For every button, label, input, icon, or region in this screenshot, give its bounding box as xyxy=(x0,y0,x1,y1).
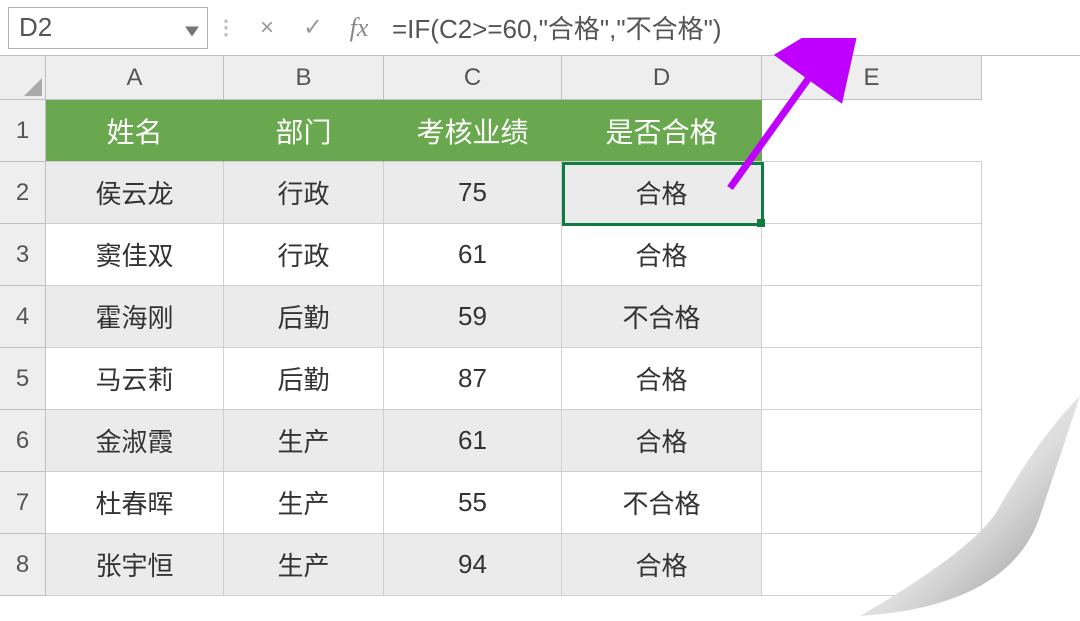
name-box-value: D2 xyxy=(19,12,52,43)
insert-function-button[interactable]: fx xyxy=(336,7,382,49)
fx-icon: fx xyxy=(350,13,369,43)
table-row: 窦佳双 行政 61 合格 xyxy=(46,224,982,286)
select-all-corner[interactable] xyxy=(0,56,46,100)
table-row: 张宇恒 生产 94 合格 xyxy=(46,534,982,596)
table-row: 侯云龙 行政 75 合格 xyxy=(46,162,982,224)
row-header-4[interactable]: 4 xyxy=(0,286,46,348)
cell-dept[interactable]: 生产 xyxy=(224,534,384,596)
cell-result[interactable]: 合格 xyxy=(562,410,762,472)
cell-empty[interactable] xyxy=(762,348,982,410)
cell-name[interactable]: 窦佳双 xyxy=(46,224,224,286)
row-header-1[interactable]: 1 xyxy=(0,100,46,162)
header-result[interactable]: 是否合格 xyxy=(562,100,762,162)
cell-score[interactable]: 61 xyxy=(384,410,562,472)
row-header-5[interactable]: 5 xyxy=(0,348,46,410)
row-headers: 1 2 3 4 5 6 7 8 xyxy=(0,100,46,596)
cells-area: 姓名 部门 考核业绩 是否合格 侯云龙 行政 75 合格 窦佳双 行政 61 合… xyxy=(46,100,982,596)
separator-icon: ⋮ xyxy=(214,15,238,40)
cell-dept[interactable]: 生产 xyxy=(224,410,384,472)
cell-result[interactable]: 合格 xyxy=(562,348,762,410)
name-box[interactable]: D2 xyxy=(8,7,208,49)
cell-score[interactable]: 55 xyxy=(384,472,562,534)
cell-dept[interactable]: 后勤 xyxy=(224,286,384,348)
spreadsheet-grid[interactable]: A B C D E 1 2 3 4 5 6 7 8 姓名 部门 考核业绩 是否合… xyxy=(0,56,1080,616)
cell-name[interactable]: 金淑霞 xyxy=(46,410,224,472)
table-row: 霍海刚 后勤 59 不合格 xyxy=(46,286,982,348)
cell-result[interactable]: 不合格 xyxy=(562,286,762,348)
cell-result[interactable]: 合格 xyxy=(562,224,762,286)
cell-result[interactable]: 合格 xyxy=(562,534,762,596)
column-header-a[interactable]: A xyxy=(46,56,224,100)
row-header-8[interactable]: 8 xyxy=(0,534,46,596)
row-header-2[interactable]: 2 xyxy=(0,162,46,224)
cell-score[interactable]: 87 xyxy=(384,348,562,410)
column-header-d[interactable]: D xyxy=(562,56,762,100)
cell-empty[interactable] xyxy=(762,224,982,286)
cell-name[interactable]: 霍海刚 xyxy=(46,286,224,348)
column-headers: A B C D E xyxy=(46,56,982,100)
cell-empty[interactable] xyxy=(762,472,982,534)
cell-dept[interactable]: 行政 xyxy=(224,162,384,224)
table-header-row: 姓名 部门 考核业绩 是否合格 xyxy=(46,100,982,162)
cell-name[interactable]: 杜春晖 xyxy=(46,472,224,534)
table-row: 马云莉 后勤 87 合格 xyxy=(46,348,982,410)
cell-e1[interactable] xyxy=(762,100,982,162)
cell-result[interactable]: 不合格 xyxy=(562,472,762,534)
cell-empty[interactable] xyxy=(762,162,982,224)
cell-dept[interactable]: 行政 xyxy=(224,224,384,286)
cell-empty[interactable] xyxy=(762,286,982,348)
formula-text: =IF(C2>=60,"合格","不合格") xyxy=(392,9,722,46)
cell-score[interactable]: 61 xyxy=(384,224,562,286)
header-score[interactable]: 考核业绩 xyxy=(384,100,562,162)
cell-score[interactable]: 94 xyxy=(384,534,562,596)
formula-bar: D2 ⋮ × ✓ fx =IF(C2>=60,"合格","不合格") xyxy=(0,0,1080,56)
cell-empty[interactable] xyxy=(762,534,982,596)
cell-dept[interactable]: 后勤 xyxy=(224,348,384,410)
formula-input[interactable]: =IF(C2>=60,"合格","不合格") xyxy=(382,7,1072,49)
cell-score[interactable]: 75 xyxy=(384,162,562,224)
x-icon: × xyxy=(260,14,274,42)
header-name[interactable]: 姓名 xyxy=(46,100,224,162)
cell-result[interactable]: 合格 xyxy=(562,162,762,224)
row-header-3[interactable]: 3 xyxy=(0,224,46,286)
chevron-down-icon[interactable] xyxy=(185,12,199,43)
cell-dept[interactable]: 生产 xyxy=(224,472,384,534)
header-dept[interactable]: 部门 xyxy=(224,100,384,162)
cell-empty[interactable] xyxy=(762,410,982,472)
cell-name[interactable]: 张宇恒 xyxy=(46,534,224,596)
cell-name[interactable]: 马云莉 xyxy=(46,348,224,410)
table-row: 金淑霞 生产 61 合格 xyxy=(46,410,982,472)
row-header-6[interactable]: 6 xyxy=(0,410,46,472)
column-header-b[interactable]: B xyxy=(224,56,384,100)
cell-name[interactable]: 侯云龙 xyxy=(46,162,224,224)
confirm-button[interactable]: ✓ xyxy=(290,7,336,49)
column-header-c[interactable]: C xyxy=(384,56,562,100)
cancel-button[interactable]: × xyxy=(244,7,290,49)
check-icon: ✓ xyxy=(303,13,323,42)
table-row: 杜春晖 生产 55 不合格 xyxy=(46,472,982,534)
row-header-7[interactable]: 7 xyxy=(0,472,46,534)
cell-score[interactable]: 59 xyxy=(384,286,562,348)
column-header-e[interactable]: E xyxy=(762,56,982,100)
